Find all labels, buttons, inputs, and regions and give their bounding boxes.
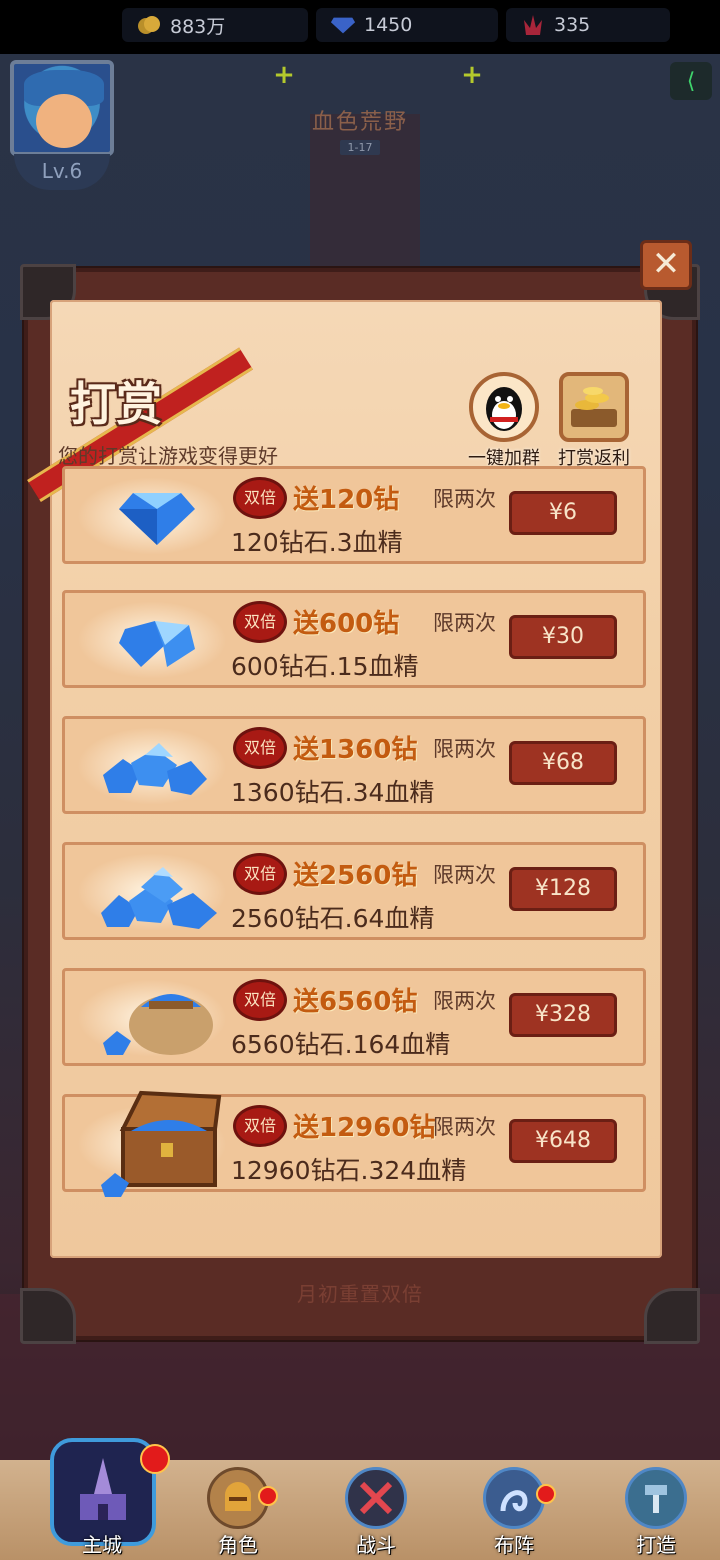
castle-icon	[68, 1454, 138, 1530]
shop-row-6: 双倍 送12960钻 限两次 12960钻石.324血精 ¥648	[62, 1090, 646, 1197]
bonus-text: 送120钻	[293, 485, 400, 515]
limit-text: 限两次	[433, 487, 496, 511]
double-badge: 双倍	[233, 979, 287, 1021]
stamina-value: 335	[554, 14, 591, 36]
nav-character-label: 角色	[218, 1533, 258, 1557]
shop-row-4: 双倍 送2560钻 限两次 2560钻石.64血精 ¥128	[62, 842, 646, 940]
double-badge: 双倍	[233, 727, 287, 769]
shop-row-3: 双倍 送1360钻 限两次 1360钻石.34血精 ¥68	[62, 716, 646, 814]
share-icon: ⟨	[686, 68, 696, 94]
nav-formation-label: 布阵	[494, 1533, 534, 1557]
buy-button[interactable]: ¥6	[509, 491, 617, 535]
gold-coin-icon	[136, 12, 162, 38]
buy-button[interactable]: ¥30	[509, 615, 617, 659]
package-description: 1360钻石.34血精	[231, 778, 435, 807]
package-description: 600钻石.15血精	[231, 652, 419, 681]
double-badge: 双倍	[233, 1105, 287, 1147]
add-diamond-button[interactable]: +	[460, 62, 484, 88]
shop-row-1: 双倍 送120钻 限两次 120钻石.3血精 ¥6	[62, 466, 646, 564]
nav-character[interactable]: 角色	[198, 1467, 278, 1558]
gold-counter: 883万	[122, 8, 308, 42]
nav-forge[interactable]: 打造	[616, 1467, 696, 1558]
buy-button[interactable]: ¥328	[509, 993, 617, 1037]
package-description: 2560钻石.64血精	[231, 904, 435, 933]
gold-value: 883万	[170, 15, 226, 38]
limit-text: 限两次	[433, 863, 496, 887]
limit-text: 限两次	[433, 737, 496, 761]
character-notification-dot	[258, 1486, 278, 1506]
package-description: 12960钻石.324血精	[231, 1156, 467, 1185]
main-city-notification-dot	[140, 1444, 170, 1474]
join-group-button[interactable]: 一键加群	[462, 372, 546, 470]
double-badge: 双倍	[233, 477, 287, 519]
bonus-text: 送600钻	[293, 609, 400, 639]
nav-battle-label: 战斗	[356, 1533, 396, 1557]
limit-text: 限两次	[433, 1115, 496, 1139]
buy-button[interactable]: ¥128	[509, 867, 617, 911]
bonus-text: 送6560钻	[293, 987, 418, 1017]
shop-row-5: 双倍 送6560钻 限两次 6560钻石.164血精 ¥328	[62, 968, 646, 1066]
treasure-chest-icon	[101, 1089, 231, 1203]
formation-icon	[483, 1467, 545, 1529]
bonus-text: 送2560钻	[293, 861, 418, 891]
forge-hammer-icon	[625, 1467, 687, 1529]
package-description: 120钻石.3血精	[231, 528, 403, 557]
diamond-value: 1450	[364, 14, 413, 36]
bonus-text: 送12960钻	[293, 1113, 436, 1143]
nav-battle[interactable]: 战斗	[336, 1467, 416, 1558]
diamond-pair-icon	[115, 609, 199, 677]
blood-crystal-icon	[520, 12, 546, 38]
close-button[interactable]: ✕	[640, 240, 692, 290]
crossed-swords-icon	[345, 1467, 407, 1529]
penguin-icon	[469, 372, 539, 442]
diamond-counter: 1450	[316, 8, 498, 42]
stage-info[interactable]: 血色荒野 1-17	[290, 104, 430, 155]
bonus-text: 送1360钻	[293, 735, 418, 765]
nav-forge-label: 打造	[636, 1533, 676, 1557]
package-description: 6560钻石.164血精	[231, 1030, 451, 1059]
buy-button[interactable]: ¥648	[509, 1119, 617, 1163]
diamond-sack-icon	[101, 977, 221, 1061]
shop-row-2: 双倍 送600钻 限两次 600钻石.15血精 ¥30	[62, 590, 646, 688]
dialog-subtitle: 您的打赏让游戏变得更好	[58, 444, 278, 468]
player-avatar[interactable]	[10, 60, 114, 156]
diamond-pile-large-icon	[101, 861, 221, 935]
reward-rebate-button[interactable]: 打赏返利	[552, 372, 636, 470]
stamina-counter: 335	[506, 8, 670, 42]
reset-note: 月初重置双倍	[297, 1282, 423, 1306]
gold-coins-icon	[559, 372, 629, 442]
diamond-single-icon	[115, 485, 199, 553]
stage-number: 1-17	[339, 140, 381, 155]
nav-formation[interactable]: 布阵	[474, 1467, 554, 1558]
double-badge: 双倍	[233, 853, 287, 895]
limit-text: 限两次	[433, 611, 496, 635]
share-button[interactable]: ⟨	[670, 62, 712, 100]
nav-main-city-label: 主城	[82, 1533, 122, 1557]
buy-button[interactable]: ¥68	[509, 741, 617, 785]
diamond-pile-small-icon	[101, 735, 211, 803]
double-badge: 双倍	[233, 601, 287, 643]
dialog-title: 打赏	[70, 377, 162, 431]
stage-name: 血色荒野	[311, 110, 408, 135]
formation-notification-dot	[536, 1484, 556, 1504]
limit-text: 限两次	[433, 989, 496, 1013]
add-gold-button[interactable]: +	[272, 62, 296, 88]
diamond-icon	[330, 12, 356, 38]
